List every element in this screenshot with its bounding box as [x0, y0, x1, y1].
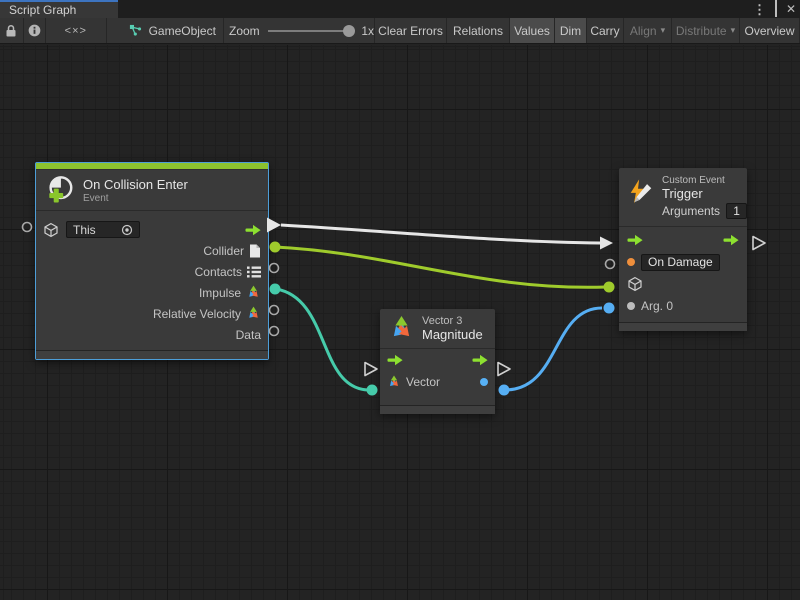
tab-bar: Script Graph ⋮ ✕	[0, 0, 800, 19]
node-title: Trigger	[662, 186, 747, 201]
zoom-label: Zoom	[229, 24, 260, 38]
node-vector3-magnitude[interactable]: Vector 3 Magnitude Vector	[380, 309, 495, 414]
zoom-control: Zoom 1x	[224, 18, 375, 43]
tab-script-graph[interactable]: Script Graph	[0, 0, 118, 18]
node-type-label: Custom Event	[662, 175, 747, 186]
gameobject-label: GameObject	[149, 24, 216, 38]
control-input-arrow-icon[interactable]	[627, 234, 643, 246]
target-picker-icon[interactable]	[121, 224, 133, 236]
relations-button[interactable]: Relations	[447, 18, 510, 43]
node-type-label: Vector 3	[422, 315, 483, 327]
vector3-icon	[387, 375, 401, 389]
node-accent-bar	[36, 163, 268, 170]
vector3-icon	[246, 306, 261, 321]
port-row-gameobject[interactable]	[619, 273, 747, 295]
node-footer	[619, 322, 747, 331]
code-icon: <×>	[65, 25, 87, 37]
arguments-count-field[interactable]: 1	[726, 203, 747, 219]
window-menu-icon[interactable]: ⋮	[753, 3, 766, 16]
port-row-impulse[interactable]: Impulse	[36, 282, 268, 303]
node-subtitle: Event	[83, 193, 188, 204]
maximize-icon[interactable]	[775, 3, 777, 15]
info-button[interactable]	[24, 18, 46, 43]
lock-button[interactable]	[0, 18, 24, 43]
port-row-collider[interactable]: Collider	[36, 240, 268, 261]
chevron-down-icon: ▾	[661, 25, 666, 36]
custom-event-icon	[627, 178, 655, 206]
graph-hierarchy-icon	[129, 24, 142, 37]
carry-button[interactable]: Carry	[587, 18, 624, 43]
control-output-arrow-icon[interactable]	[723, 234, 739, 246]
arguments-label: Arguments	[662, 204, 720, 218]
node-on-collision-enter[interactable]: On Collision Enter Event This Collider	[35, 162, 269, 360]
node-footer	[36, 350, 268, 359]
arg0-port-dot[interactable]	[627, 302, 635, 310]
align-dropdown: Align ▾	[624, 18, 672, 43]
control-output-arrow-icon[interactable]	[245, 224, 261, 236]
overview-button[interactable]: Overview	[740, 18, 800, 43]
port-row-event-name[interactable]: On Damage	[619, 251, 747, 273]
code-view-button[interactable]: <×>	[46, 18, 107, 43]
values-button[interactable]: Values	[510, 18, 555, 43]
tab-title: Script Graph	[9, 3, 76, 17]
gameobject-cube-icon	[627, 276, 643, 292]
zoom-slider[interactable]	[268, 30, 354, 32]
node-title: Magnitude	[422, 327, 483, 342]
info-icon	[28, 24, 41, 37]
list-icon	[247, 266, 261, 278]
event-icon	[45, 175, 75, 205]
port-row-data[interactable]: Data	[36, 324, 268, 345]
node-footer	[380, 405, 495, 414]
control-input-arrow-icon[interactable]	[387, 354, 403, 366]
chevron-down-icon: ▾	[731, 25, 736, 36]
zoom-slider-handle[interactable]	[343, 25, 355, 37]
node-trigger-custom-event[interactable]: Custom Event Trigger Arguments 1 On Dama…	[619, 168, 747, 331]
zoom-value: 1x	[361, 24, 374, 38]
distribute-dropdown: Distribute ▾	[672, 18, 740, 43]
port-row-contacts[interactable]: Contacts	[36, 261, 268, 282]
target-field[interactable]: This	[66, 221, 140, 238]
event-name-field[interactable]: On Damage	[641, 254, 720, 271]
graph-toolbar: <×> GameObject Zoom 1x Clear Errors Rela…	[0, 18, 800, 44]
unity-script-graph-window: Script Graph ⋮ ✕ <×> GameObject	[0, 0, 800, 600]
control-output-arrow-icon[interactable]	[472, 354, 488, 366]
collider-doc-icon	[249, 244, 261, 258]
port-row-relative-velocity[interactable]: Relative Velocity	[36, 303, 268, 324]
gameobject-reference[interactable]: GameObject	[107, 18, 224, 43]
port-row-vector[interactable]: Vector	[380, 371, 495, 393]
float-output-dot[interactable]	[480, 378, 488, 386]
node-title: On Collision Enter	[83, 177, 188, 192]
string-port-dot[interactable]	[627, 258, 635, 266]
vector3-icon	[388, 315, 415, 342]
clear-errors-button[interactable]: Clear Errors	[375, 18, 447, 43]
window-controls: ⋮ ✕	[753, 0, 796, 18]
port-row-arg0[interactable]: Arg. 0	[619, 295, 747, 317]
close-icon[interactable]: ✕	[786, 3, 796, 15]
gameobject-cube-icon	[43, 222, 59, 238]
dim-button[interactable]: Dim	[555, 18, 587, 43]
lock-icon	[5, 24, 17, 38]
vector3-icon	[246, 285, 261, 300]
